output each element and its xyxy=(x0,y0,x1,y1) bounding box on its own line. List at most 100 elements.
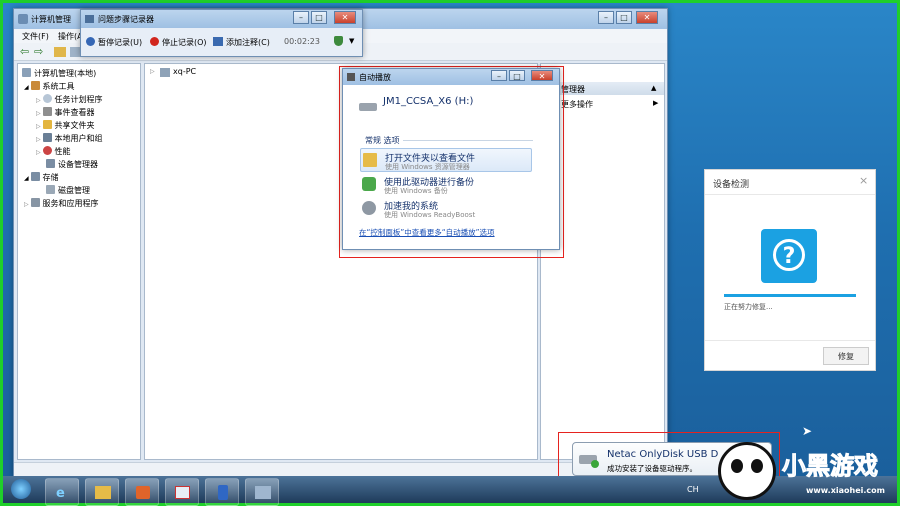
tree-item-disk-management[interactable]: 磁盘管理 xyxy=(20,184,138,197)
taskbar-explorer-button[interactable] xyxy=(85,478,119,506)
tools-icon xyxy=(30,81,40,90)
autoplay-maximize-button[interactable]: □ xyxy=(509,70,525,81)
device-root-label[interactable]: xq-PC xyxy=(173,67,196,76)
internet-explorer-icon: e xyxy=(56,486,65,501)
autoplay-app-icon xyxy=(347,73,355,81)
expand-arrow-icon[interactable]: ▷ xyxy=(150,68,155,75)
device-check-close-button[interactable]: × xyxy=(859,174,868,187)
device-check-panel: 设备检测 × ? 正在努力修复... 修复 xyxy=(704,169,876,371)
computer-management-icon xyxy=(255,486,271,499)
menu-file[interactable]: 文件(F) xyxy=(22,31,49,42)
folder-icon xyxy=(95,486,111,499)
forward-arrow-icon[interactable]: ⇨ xyxy=(34,45,43,58)
steps-recorder-window: 问题步骤记录器 – □ ✕ 暂停记录(U) 停止记录(O) 添加注释(C) 00… xyxy=(80,9,363,57)
computer-icon xyxy=(160,68,170,77)
taskbar-recorder-button[interactable] xyxy=(165,478,199,506)
mouse-cursor-icon: ➤ xyxy=(802,424,813,438)
computer-icon xyxy=(22,68,31,77)
option-open-folder-sub: 使用 Windows 资源管理器 xyxy=(385,163,470,171)
recorder-timer: 00:02:23 xyxy=(284,37,320,46)
tree-item-performance[interactable]: ▷ 性能 xyxy=(20,145,138,158)
mmc-maximize-button[interactable]: □ xyxy=(616,11,632,24)
services-icon xyxy=(30,198,40,207)
help-shield-icon[interactable] xyxy=(334,36,343,46)
taskbar-usb-button[interactable] xyxy=(205,478,239,506)
tree-item-system-tools[interactable]: ◢ 系统工具 xyxy=(20,80,138,93)
comment-icon xyxy=(213,37,223,46)
recorder-app-icon xyxy=(85,15,94,23)
navigation-tree: 计算机管理(本地) ◢ 系统工具 ▷ 任务计划程序 ▷ 事件查看器 ▷ 共享文件… xyxy=(17,63,141,460)
tree-item-storage[interactable]: ◢ 存储 xyxy=(20,171,138,184)
tree-item-task-scheduler[interactable]: ▷ 任务计划程序 xyxy=(20,93,138,106)
mmc-minimize-button[interactable]: – xyxy=(598,11,614,24)
autoplay-title: 自动播放 xyxy=(359,73,391,82)
actions-more-label[interactable]: 更多操作 xyxy=(561,99,593,110)
section-divider xyxy=(403,140,533,141)
readyboost-icon xyxy=(362,201,376,215)
watermark-logo: 小黑游戏 www.xiaohei.com xyxy=(708,440,898,503)
mmc-title: 计算机管理 xyxy=(31,15,71,24)
pause-icon xyxy=(86,37,95,46)
tree-item-event-viewer[interactable]: ▷ 事件查看器 xyxy=(20,106,138,119)
option-readyboost-sub: 使用 Windows ReadyBoost xyxy=(384,211,476,219)
actions-header-label: 管理器 xyxy=(561,85,585,94)
stop-record-button[interactable]: 停止记录(O) xyxy=(162,37,207,48)
pause-record-button[interactable]: 暂停记录(U) xyxy=(98,37,142,48)
autoplay-close-button[interactable]: ✕ xyxy=(531,70,553,81)
folder-up-icon[interactable] xyxy=(54,47,66,57)
collapse-up-icon[interactable]: ▲ xyxy=(651,84,656,92)
device-check-title: 设备检测 xyxy=(713,180,750,190)
tree-item-local-users[interactable]: ▷ 本地用户和组 xyxy=(20,132,138,145)
backup-icon xyxy=(362,177,376,191)
start-button[interactable] xyxy=(7,476,35,503)
recorder-icon xyxy=(175,486,190,499)
tree-item-device-manager[interactable]: 设备管理器 xyxy=(20,158,138,171)
footer-divider xyxy=(705,340,875,341)
taskbar-media-button[interactable] xyxy=(125,478,159,506)
option-readyboost[interactable]: 加速我的系统 使用 Windows ReadyBoost xyxy=(360,197,532,221)
option-backup[interactable]: 使用此驱动器进行备份 使用 Windows 备份 xyxy=(360,173,532,197)
autoplay-titlebar[interactable]: 自动播放 – □ ✕ xyxy=(343,69,559,85)
notification-body: 成功安装了设备驱动程序。 xyxy=(607,464,697,473)
repair-progress-track xyxy=(724,294,856,297)
recorder-toolbar: 暂停记录(U) 停止记录(O) 添加注释(C) 00:02:23 ▼ xyxy=(81,32,362,52)
taskbar-ie-button[interactable]: e xyxy=(45,478,79,506)
repair-progress-fill xyxy=(724,294,856,297)
performance-icon xyxy=(42,146,52,155)
submenu-arrow-icon: ▶ xyxy=(653,99,659,107)
usb-drive-icon xyxy=(359,103,377,111)
recorder-close-button[interactable]: ✕ xyxy=(334,11,356,24)
section-label: 常规 选项 xyxy=(365,136,400,145)
title-divider xyxy=(705,194,875,195)
tree-item-services-apps[interactable]: ▷ 服务和应用程序 xyxy=(20,197,138,210)
repair-button[interactable]: 修复 xyxy=(823,347,869,365)
device-manager-icon xyxy=(46,159,55,168)
control-panel-link[interactable]: 在“控制面板”中查看更多“自动播放”选项 xyxy=(359,227,495,238)
recorder-minimize-button[interactable]: – xyxy=(293,11,309,24)
add-comment-button[interactable]: 添加注释(C) xyxy=(226,37,270,48)
taskbar-mmc-button[interactable] xyxy=(245,478,279,506)
tree-item-shared-folders[interactable]: ▷ 共享文件夹 xyxy=(20,119,138,132)
dropdown-arrow-icon[interactable]: ▼ xyxy=(349,37,354,45)
back-arrow-icon[interactable]: ⇦ xyxy=(20,45,29,58)
recorder-maximize-button[interactable]: □ xyxy=(311,11,327,24)
option-open-folder[interactable]: 打开文件夹以查看文件 使用 Windows 资源管理器 xyxy=(360,148,532,172)
storage-icon xyxy=(30,172,40,181)
autoplay-minimize-button[interactable]: – xyxy=(491,70,507,81)
language-indicator[interactable]: CH xyxy=(687,485,699,494)
windows-logo-icon xyxy=(11,479,31,499)
usb-drive-icon xyxy=(218,485,228,500)
watermark-url: www.xiaohei.com xyxy=(806,486,885,495)
success-check-icon xyxy=(591,460,599,468)
users-icon xyxy=(42,133,52,142)
recorder-titlebar[interactable]: 问题步骤记录器 – □ ✕ xyxy=(81,10,362,28)
recorder-title: 问题步骤记录器 xyxy=(98,15,154,24)
watermark-text: 小黑游戏 xyxy=(782,452,879,481)
panda-mascot-icon xyxy=(718,442,776,500)
clock-icon xyxy=(42,94,52,103)
repair-status-text: 正在努力修复... xyxy=(724,303,773,311)
tree-item-computer-management[interactable]: 计算机管理(本地) xyxy=(20,67,138,80)
mmc-close-button[interactable]: ✕ xyxy=(636,11,658,24)
stop-icon xyxy=(150,37,159,46)
autoplay-dialog: 自动播放 – □ ✕ JM1_CCSA_X6 (H:) 常规 选项 打开文件夹以… xyxy=(342,68,560,250)
